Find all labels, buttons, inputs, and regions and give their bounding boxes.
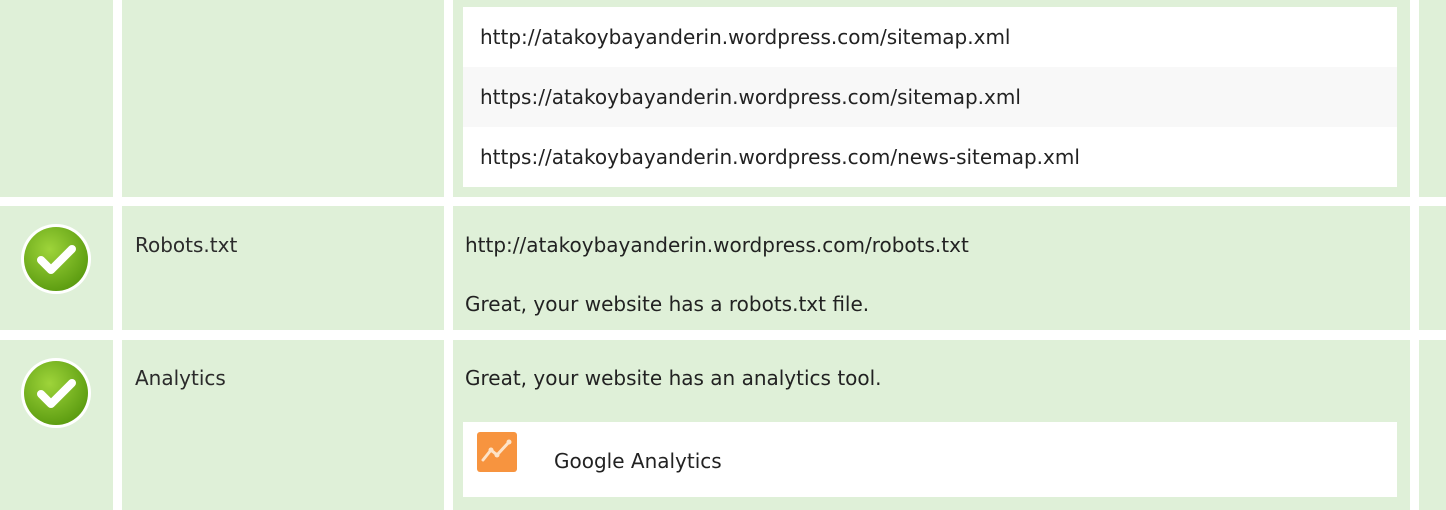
sitemap-right-gutter xyxy=(1419,0,1446,197)
sitemap-label-cell xyxy=(122,0,444,197)
analytics-tool-item[interactable]: Google Analytics xyxy=(463,422,1397,497)
sitemap-url-2[interactable]: https://atakoybayanderin.wordpress.com/s… xyxy=(463,67,1397,127)
robots-label: Robots.txt xyxy=(135,233,238,257)
check-icon xyxy=(21,358,91,428)
robots-message: Great, your website has a robots.txt fil… xyxy=(465,292,870,316)
sitemap-url-1[interactable]: http://atakoybayanderin.wordpress.com/si… xyxy=(463,7,1397,67)
robots-label-cell xyxy=(122,206,444,330)
robots-right-gutter xyxy=(1419,206,1446,330)
google-analytics-icon xyxy=(477,432,517,472)
analytics-message: Great, your website has an analytics too… xyxy=(465,366,882,390)
sitemap-url-3[interactable]: https://atakoybayanderin.wordpress.com/n… xyxy=(463,127,1397,187)
analytics-right-gutter xyxy=(1419,340,1446,510)
robots-url[interactable]: http://atakoybayanderin.wordpress.com/ro… xyxy=(465,233,969,257)
check-icon xyxy=(21,224,91,294)
sitemap-status-cell xyxy=(0,0,113,197)
analytics-label: Analytics xyxy=(135,366,226,390)
analytics-tool-name: Google Analytics xyxy=(554,449,722,473)
